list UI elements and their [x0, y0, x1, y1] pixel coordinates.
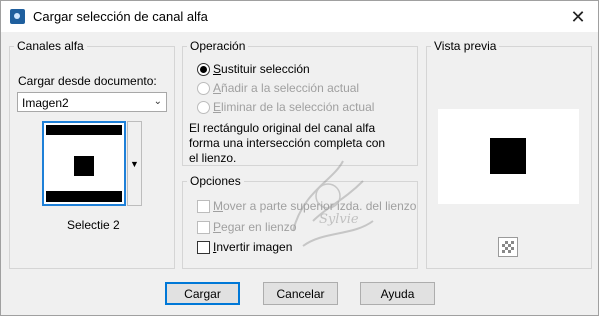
cancel-button[interactable]: Cancelar	[263, 282, 338, 305]
preview-square	[490, 138, 526, 174]
window-title: Cargar selección de canal alfa	[33, 9, 208, 24]
preview-canvas	[438, 109, 579, 204]
thumb-bar-top	[46, 125, 122, 135]
checkbox-move-top-left-label[interactable]: Mover a parte superior izda. del lienzo	[213, 199, 416, 213]
help-button[interactable]: Ayuda	[360, 282, 435, 305]
dialog-window: Cargar selección de canal alfa ✕ Canales…	[0, 0, 599, 316]
description-line-1: El rectángulo original del canal alfa	[189, 121, 376, 135]
radio-add-to-selection[interactable]	[197, 82, 210, 95]
channel-dropdown-button[interactable]: ▼	[127, 121, 142, 206]
checkbox-paste-on-canvas[interactable]	[197, 221, 210, 234]
checkbox-move-top-left[interactable]	[197, 200, 210, 213]
radio-replace-selection-label[interactable]: Sustituir selección	[213, 62, 310, 76]
close-icon: ✕	[570, 6, 586, 27]
checker-pattern	[502, 241, 514, 253]
load-from-document-label: Cargar desde documento:	[18, 74, 157, 88]
description-line-2: forma una intersección completa con	[189, 136, 386, 150]
close-button[interactable]: ✕	[564, 5, 592, 29]
dropdown-arrow-icon: ▼	[130, 158, 139, 169]
alpha-channels-group-label: Canales alfa	[14, 39, 87, 53]
title-bar: Cargar selección de canal alfa ✕	[1, 1, 598, 32]
radio-add-to-selection-label[interactable]: Añadir a la selección actual	[213, 81, 359, 95]
thumb-square	[74, 156, 94, 176]
operation-group-label: Operación	[187, 39, 249, 53]
transparency-checker-icon[interactable]	[498, 237, 518, 257]
selected-channel-name: Selectie 2	[67, 218, 120, 232]
load-button[interactable]: Cargar	[165, 282, 240, 305]
chevron-down-icon: ⌄	[153, 96, 162, 107]
checkbox-invert-image-label[interactable]: Invertir imagen	[213, 240, 292, 254]
thumb-bar-bottom	[46, 191, 122, 202]
radio-remove-from-selection[interactable]	[197, 101, 210, 114]
document-select-value: Imagen2	[22, 96, 69, 110]
radio-replace-selection[interactable]	[197, 63, 210, 76]
svg-text:Sylvie: Sylvie	[319, 212, 359, 227]
document-select[interactable]: Imagen2 ⌄	[17, 92, 167, 112]
channel-thumbnail[interactable]	[42, 121, 126, 206]
options-group-label: Opciones	[187, 174, 244, 188]
preview-group-label: Vista previa	[431, 39, 500, 53]
checkbox-paste-on-canvas-label[interactable]: Pegar en lienzo	[213, 220, 296, 234]
checkbox-invert-image[interactable]	[197, 241, 210, 254]
app-icon	[10, 9, 25, 24]
radio-remove-from-selection-label[interactable]: Eliminar de la selección actual	[213, 100, 374, 114]
